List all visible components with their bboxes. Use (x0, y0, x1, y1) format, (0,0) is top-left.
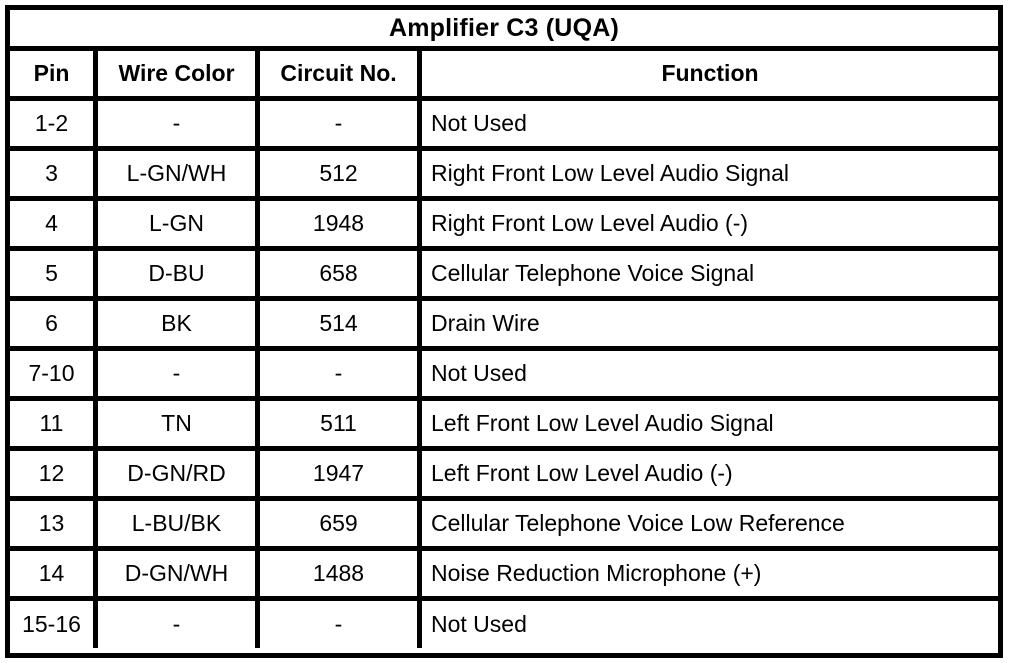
amplifier-pinout-table: Amplifier C3 (UQA) Pin Wire Color Circui… (5, 5, 1003, 658)
table-row: 4 L-GN 1948 Right Front Low Level Audio … (10, 201, 998, 251)
cell-circuit-no: 658 (260, 251, 422, 296)
cell-function: Drain Wire (431, 310, 540, 336)
cell-pin: 7-10 (10, 351, 98, 396)
cell-circuit-no: - (260, 351, 422, 396)
table-title-row: Amplifier C3 (UQA) (10, 10, 998, 51)
cell-circuit-no: 1488 (260, 551, 422, 596)
cell-wire-color: D-GN/WH (98, 551, 260, 596)
table-row: 7-10 - - Not Used (10, 351, 998, 401)
cell-function: Left Front Low Level Audio Signal (431, 410, 774, 436)
table-row: 11 TN 511 Left Front Low Level Audio Sig… (10, 401, 998, 451)
cell-pin: 11 (10, 401, 98, 446)
table-row: 1-2 - - Not Used (10, 101, 998, 151)
cell-function: Right Front Low Level Audio Signal (431, 160, 789, 186)
cell-function: Cellular Telephone Voice Signal (431, 260, 755, 286)
column-header-function: Function (661, 60, 759, 86)
cell-pin: 3 (10, 151, 98, 196)
cell-wire-color: BK (98, 301, 260, 346)
cell-pin: 15-16 (10, 601, 98, 648)
table-header-row: Pin Wire Color Circuit No. Function (10, 51, 998, 101)
cell-function: Not Used (431, 611, 527, 637)
cell-pin: 13 (10, 501, 98, 546)
table-row: 13 L-BU/BK 659 Cellular Telephone Voice … (10, 501, 998, 551)
column-header-wire-color: Wire Color (98, 51, 260, 96)
cell-circuit-no: 511 (260, 401, 422, 446)
column-header-pin: Pin (10, 51, 98, 96)
cell-pin: 1-2 (10, 101, 98, 146)
table-row: 12 D-GN/RD 1947 Left Front Low Level Aud… (10, 451, 998, 501)
cell-wire-color: D-BU (98, 251, 260, 296)
cell-pin: 6 (10, 301, 98, 346)
cell-circuit-no: 514 (260, 301, 422, 346)
cell-function: Noise Reduction Microphone (+) (431, 560, 762, 586)
cell-wire-color: L-BU/BK (98, 501, 260, 546)
cell-wire-color: D-GN/RD (98, 451, 260, 496)
column-header-circuit-no: Circuit No. (260, 51, 422, 96)
table-row: 14 D-GN/WH 1488 Noise Reduction Micropho… (10, 551, 998, 601)
cell-function: Not Used (431, 110, 527, 136)
cell-circuit-no: 1947 (260, 451, 422, 496)
cell-wire-color: L-GN (98, 201, 260, 246)
cell-pin: 14 (10, 551, 98, 596)
cell-circuit-no: 659 (260, 501, 422, 546)
table-row: 5 D-BU 658 Cellular Telephone Voice Sign… (10, 251, 998, 301)
cell-circuit-no: 1948 (260, 201, 422, 246)
cell-function: Not Used (431, 360, 527, 386)
cell-wire-color: - (98, 101, 260, 146)
table-row: 15-16 - - Not Used (10, 601, 998, 648)
cell-wire-color: L-GN/WH (98, 151, 260, 196)
table-row: 6 BK 514 Drain Wire (10, 301, 998, 351)
cell-wire-color: - (98, 601, 260, 648)
cell-pin: 5 (10, 251, 98, 296)
cell-circuit-no: - (260, 601, 422, 648)
table-row: 3 L-GN/WH 512 Right Front Low Level Audi… (10, 151, 998, 201)
cell-function: Right Front Low Level Audio (-) (431, 210, 749, 236)
cell-pin: 12 (10, 451, 98, 496)
cell-wire-color: TN (98, 401, 260, 446)
cell-function: Left Front Low Level Audio (-) (431, 460, 733, 486)
page-root: Amplifier C3 (UQA) Pin Wire Color Circui… (0, 0, 1012, 663)
table-title: Amplifier C3 (UQA) (388, 13, 619, 42)
cell-circuit-no: - (260, 101, 422, 146)
cell-wire-color: - (98, 351, 260, 396)
cell-circuit-no: 512 (260, 151, 422, 196)
cell-function: Cellular Telephone Voice Low Reference (431, 510, 845, 536)
cell-pin: 4 (10, 201, 98, 246)
